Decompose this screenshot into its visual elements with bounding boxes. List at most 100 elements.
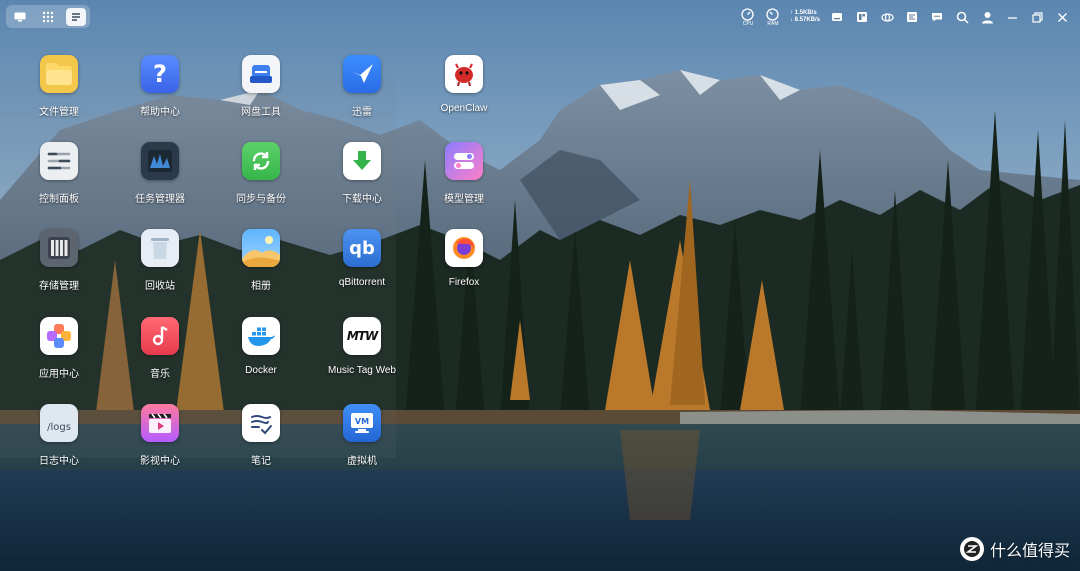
docker-whale-icon <box>242 317 280 355</box>
status-area: CPU RAM ↑ 1.5KB/s ↓ 8.57KB/s <box>740 6 1070 28</box>
search-icon <box>956 11 969 24</box>
app-label: 存储管理 <box>39 281 79 292</box>
grid-icon <box>42 11 54 22</box>
monitor-chart-icon <box>141 142 179 180</box>
app-label: OpenClaw <box>440 103 488 114</box>
app-notes[interactable]: 笔记 <box>213 404 309 484</box>
app-storage-manager[interactable]: 存储管理 <box>11 229 107 309</box>
app-label: 影视中心 <box>140 456 180 467</box>
app-download-center[interactable]: 下载中心 <box>314 142 410 222</box>
download-speed: ↓ 8.57KB/s <box>789 17 820 23</box>
app-launcher-button[interactable] <box>38 8 58 26</box>
app-model-manager[interactable]: 模型管理 <box>416 142 512 222</box>
app-help-center[interactable]: ? 帮助中心 <box>112 55 208 135</box>
resource-monitor-button[interactable] <box>904 9 920 25</box>
ram-meter[interactable]: RAM <box>765 7 781 27</box>
widgets-icon <box>857 12 867 22</box>
vm-monitor-icon: VM <box>343 404 381 442</box>
disk-icon <box>832 13 842 21</box>
chat-icon <box>932 13 942 22</box>
upload-speed: ↑ 1.5KB/s <box>789 10 817 16</box>
minimize-button[interactable] <box>1004 9 1020 25</box>
dashboard-icon <box>907 12 917 22</box>
landscape-photo-icon <box>242 229 280 267</box>
app-firefox[interactable]: Firefox <box>416 229 512 309</box>
taskbar-switcher <box>6 5 90 28</box>
user-button[interactable] <box>979 9 995 25</box>
search-button[interactable] <box>954 9 970 25</box>
app-label: 相册 <box>251 281 271 292</box>
music-note-icon <box>141 317 179 355</box>
app-label: 回收站 <box>145 281 175 292</box>
smzdm-logo-icon <box>959 537 984 561</box>
gauge-icon <box>741 7 755 21</box>
close-button[interactable] <box>1054 9 1070 25</box>
app-virtual-machine[interactable]: VM 虚拟机 <box>314 404 410 484</box>
watermark: 什么值得买 <box>959 537 1070 561</box>
question-icon: ? <box>141 55 179 93</box>
desktop-button[interactable] <box>10 8 30 26</box>
app-label: 日志中心 <box>39 456 79 467</box>
app-recycle-bin[interactable]: 回收站 <box>112 229 208 309</box>
app-label: 帮助中心 <box>140 107 180 118</box>
app-qbittorrent[interactable]: qb qBittorrent <box>314 229 410 309</box>
app-cloud-drive-tool[interactable]: 网盘工具 <box>213 55 309 135</box>
app-openclaw[interactable]: OpenClaw <box>416 55 512 135</box>
network-button[interactable] <box>879 9 895 25</box>
app-log-center[interactable]: /logs 日志中心 <box>11 404 107 484</box>
app-label: Docker <box>245 365 277 376</box>
cpu-label: CPU <box>742 20 754 27</box>
firefox-icon <box>445 229 483 267</box>
app-label: 模型管理 <box>444 194 484 205</box>
app-music[interactable]: 音乐 <box>112 317 208 397</box>
app-label: 任务管理器 <box>135 194 185 205</box>
drive-bays-icon <box>40 229 78 267</box>
app-photos[interactable]: 相册 <box>213 229 309 309</box>
download-arrow-icon <box>343 142 381 180</box>
desktop-icon <box>14 12 26 21</box>
app-label: 下载中心 <box>342 194 382 205</box>
app-label: qBittorrent <box>338 277 386 288</box>
app-video-center[interactable]: 影视中心 <box>112 404 208 484</box>
trash-bin-icon <box>141 229 179 267</box>
clapperboard-icon <box>141 404 179 442</box>
storage-button[interactable] <box>829 9 845 25</box>
menu-icon <box>72 12 80 21</box>
folder-icon <box>40 55 78 93</box>
app-control-panel[interactable]: 控制面板 <box>11 142 107 222</box>
restore-button[interactable] <box>1029 9 1045 25</box>
app-label: 音乐 <box>150 369 170 380</box>
logs-icon-text: /logs <box>47 421 71 433</box>
app-app-center[interactable]: 应用中心 <box>11 317 107 397</box>
app-music-tag-web[interactable]: MTW Music Tag Web <box>314 317 410 397</box>
app-sync-backup[interactable]: 同步与备份 <box>213 142 309 222</box>
app-file-manager[interactable]: 文件管理 <box>11 55 107 135</box>
network-speed[interactable]: ↑ 1.5KB/s ↓ 8.57KB/s <box>790 10 820 24</box>
active-window-button[interactable] <box>66 7 86 26</box>
logs-doc-icon: /logs <box>40 404 78 442</box>
app-label: 虚拟机 <box>347 456 377 467</box>
app-label: 网盘工具 <box>241 107 281 118</box>
note-pen-icon <box>242 404 280 442</box>
gauge-icon <box>766 7 780 21</box>
cpu-meter[interactable]: CPU <box>740 7 756 27</box>
globe-icon <box>880 12 894 22</box>
app-label: 同步与备份 <box>236 194 286 205</box>
vm-icon-text: VM <box>355 417 369 426</box>
watermark-text: 什么值得买 <box>989 543 1070 560</box>
app-xunlei[interactable]: 迅雷 <box>314 55 410 135</box>
app-label: 控制面板 <box>39 194 79 205</box>
restore-icon <box>1031 11 1043 23</box>
app-docker[interactable]: Docker <box>213 317 309 397</box>
widgets-button[interactable] <box>854 9 870 25</box>
drive-icon <box>242 55 280 93</box>
ram-label: RAM <box>767 20 779 27</box>
app-label: Music Tag Web <box>328 365 396 376</box>
top-bar: CPU RAM ↑ 1.5KB/s ↓ 8.57KB/s <box>0 0 1080 34</box>
mtw-logo-text: MTW <box>346 329 378 343</box>
bird-icon <box>343 55 381 93</box>
messages-button[interactable] <box>929 9 945 25</box>
app-label: Firefox <box>448 277 480 288</box>
toggles-icon <box>445 142 483 180</box>
app-task-manager[interactable]: 任务管理器 <box>112 142 208 222</box>
